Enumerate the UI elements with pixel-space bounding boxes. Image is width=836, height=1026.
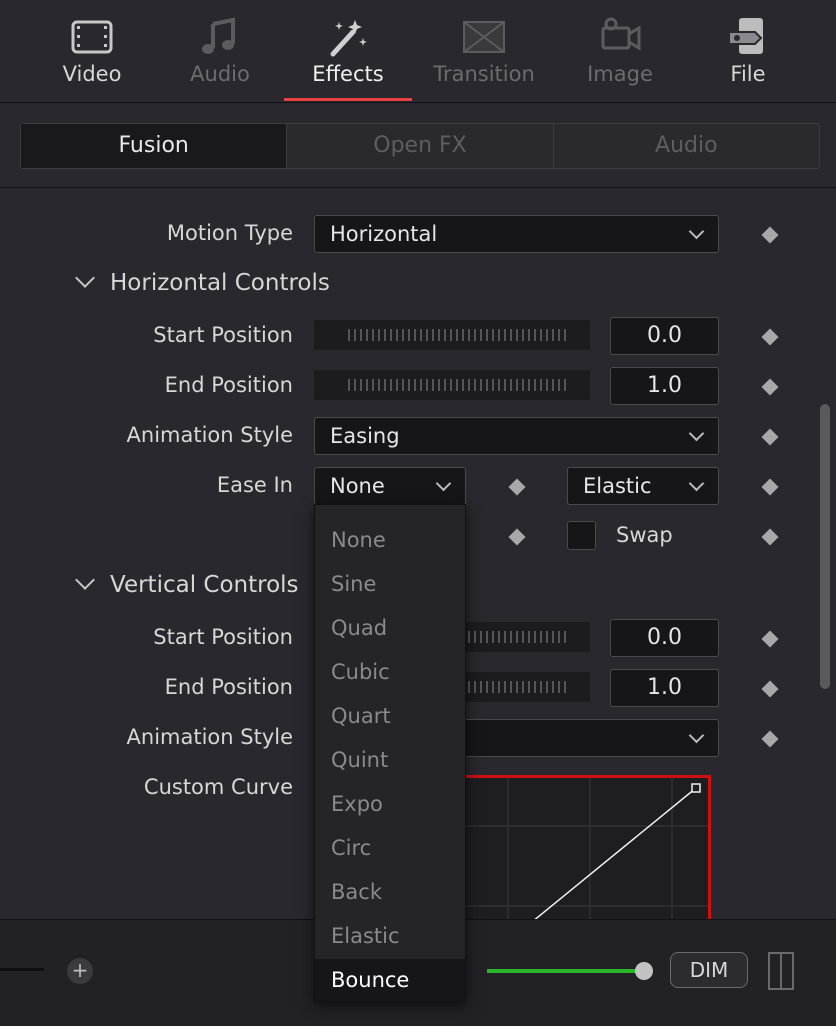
tab-image[interactable]: Image (580, 0, 660, 103)
ease-in-value: None (330, 474, 385, 498)
file-tag-icon (728, 18, 763, 54)
ease-in-select[interactable]: None (314, 467, 466, 505)
motion-type-value: Horizontal (330, 222, 438, 246)
tab-file-label: File (730, 62, 766, 86)
camera-icon (601, 17, 641, 51)
horizontal-controls-title: Horizontal Controls (110, 270, 330, 296)
swap-checkbox[interactable] (567, 521, 596, 550)
keyframe-diamond-icon[interactable] (761, 680, 779, 698)
curve-graph (466, 778, 708, 919)
h-animation-style-select[interactable]: Easing (314, 417, 719, 455)
menu-item-cubic[interactable]: Cubic (315, 651, 465, 693)
motion-type-select[interactable]: Horizontal (314, 215, 719, 253)
keyframe-diamond-icon[interactable] (761, 478, 779, 496)
vertical-controls-header[interactable]: Vertical Controls (75, 570, 299, 598)
keyframe-diamond-icon[interactable] (761, 428, 779, 446)
chevron-down-icon (688, 475, 705, 492)
keyframe-diamond-icon[interactable] (761, 226, 779, 244)
volume-slider-handle[interactable] (635, 962, 653, 980)
inspector-tab-bar: Video Audio Effects Transition Image Fil… (0, 0, 836, 103)
keyframe-diamond-icon[interactable] (761, 328, 779, 346)
segment-fusion[interactable]: Fusion (21, 124, 287, 168)
menu-item-circ[interactable]: Circ (315, 827, 465, 869)
menu-item-expo[interactable]: Expo (315, 783, 465, 825)
chevron-down-icon (75, 268, 95, 288)
v-animation-style-label: Animation Style (126, 725, 293, 749)
zoom-slider-track[interactable] (0, 968, 44, 971)
transition-icon (463, 21, 505, 53)
ease-in-dropdown-menu: None Sine Quad Cubic Quart Quint Expo Ci… (314, 504, 466, 1002)
ease-in-label: Ease In (216, 473, 293, 497)
keyframe-diamond-icon[interactable] (508, 478, 526, 496)
keyframe-diamond-icon[interactable] (761, 630, 779, 648)
magic-wand-icon (330, 20, 367, 57)
music-note-icon (202, 17, 235, 54)
keyframe-diamond-icon[interactable] (761, 378, 779, 396)
keyframe-diamond-icon[interactable] (761, 730, 779, 748)
motion-type-label: Motion Type (166, 221, 293, 245)
chevron-down-icon (75, 570, 95, 590)
h-start-position-field[interactable]: 0.0 (610, 317, 719, 355)
segment-audio[interactable]: Audio (552, 124, 819, 168)
chevron-down-icon (688, 425, 705, 442)
menu-item-quint[interactable]: Quint (315, 739, 465, 781)
menu-item-quart[interactable]: Quart (315, 695, 465, 737)
h-end-position-field[interactable]: 1.0 (610, 367, 719, 405)
tab-audio-label: Audio (190, 62, 250, 86)
tab-file[interactable]: File (708, 0, 788, 103)
custom-curve-label: Custom Curve (143, 775, 293, 799)
tab-image-label: Image (587, 62, 653, 86)
v-start-position-label: Start Position (153, 625, 293, 649)
film-strip-icon (71, 20, 113, 54)
swap-label: Swap (616, 523, 673, 547)
menu-item-none[interactable]: None (315, 519, 465, 561)
v-start-position-field[interactable]: 0.0 (610, 619, 719, 657)
menu-item-bounce[interactable]: Bounce (315, 959, 465, 1001)
v-end-position-field[interactable]: 1.0 (610, 669, 719, 707)
zoom-in-button[interactable]: + (67, 958, 93, 984)
ease-type-value: Elastic (583, 474, 652, 498)
effects-segmented-control: Fusion Open FX Audio (20, 123, 820, 169)
tab-transition-label: Transition (433, 62, 535, 86)
inspector-scrollbar[interactable] (820, 404, 830, 689)
active-tab-indicator (284, 98, 412, 101)
menu-item-back[interactable]: Back (315, 871, 465, 913)
chevron-down-icon (688, 223, 705, 240)
h-start-position-label: Start Position (153, 323, 293, 347)
chevron-down-icon (688, 727, 705, 744)
effects-source-bar: Fusion Open FX Audio (0, 104, 836, 188)
tab-video[interactable]: Video (46, 0, 138, 103)
menu-item-sine[interactable]: Sine (315, 563, 465, 605)
chevron-down-icon (435, 475, 452, 492)
vertical-controls-title: Vertical Controls (110, 572, 299, 598)
custom-curve-editor[interactable] (466, 775, 711, 919)
menu-item-quad[interactable]: Quad (315, 607, 465, 649)
tab-effects-label: Effects (312, 62, 384, 86)
volume-slider-track[interactable] (487, 969, 641, 973)
dim-button[interactable]: DIM (670, 952, 748, 988)
h-start-position-slider[interactable] (314, 320, 590, 350)
h-animation-style-value: Easing (330, 424, 400, 448)
tab-effects[interactable]: Effects (284, 0, 412, 103)
h-animation-style-label: Animation Style (126, 423, 293, 447)
ease-type-select[interactable]: Elastic (567, 467, 719, 505)
curve-control-point[interactable] (691, 783, 701, 793)
h-end-position-slider[interactable] (314, 370, 590, 400)
v-end-position-label: End Position (164, 675, 293, 699)
keyframe-diamond-icon[interactable] (508, 528, 526, 546)
tab-transition[interactable]: Transition (430, 0, 538, 103)
keyframe-diamond-icon[interactable] (761, 528, 779, 546)
tab-video-label: Video (62, 62, 122, 86)
segment-open-fx[interactable]: Open FX (286, 124, 552, 168)
split-view-icon[interactable] (768, 952, 794, 990)
tab-audio[interactable]: Audio (176, 0, 264, 103)
menu-item-elastic[interactable]: Elastic (315, 915, 465, 957)
h-end-position-label: End Position (164, 373, 293, 397)
horizontal-controls-header[interactable]: Horizontal Controls (75, 268, 330, 296)
